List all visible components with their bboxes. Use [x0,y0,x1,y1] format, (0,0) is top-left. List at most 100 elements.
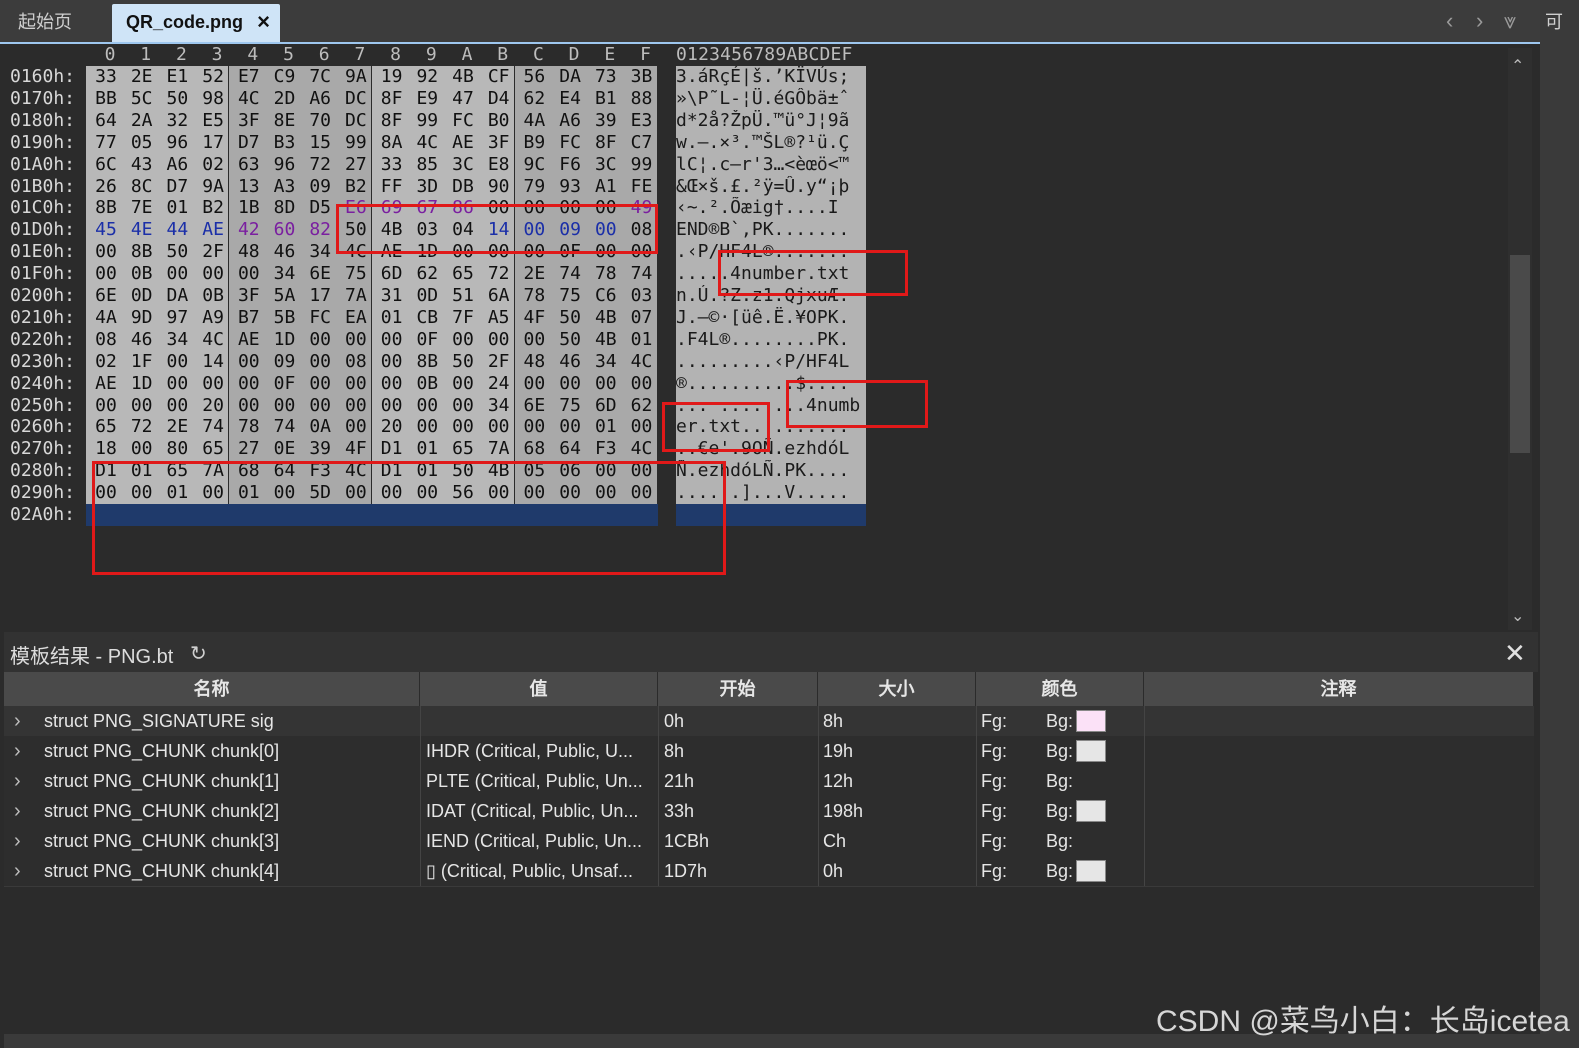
hex-byte[interactable]: 99 [409,110,445,132]
hex-byte[interactable]: 27 [231,438,267,460]
scroll-down-icon[interactable]: ⌄ [1511,606,1524,626]
hex-byte[interactable]: B0 [481,110,517,132]
hex-byte[interactable]: 00 [409,416,445,438]
close-icon[interactable]: × [257,4,270,40]
hex-byte[interactable]: 34 [481,395,517,417]
hex-byte[interactable]: 00 [302,329,338,351]
hex-byte[interactable]: 63 [231,154,267,176]
vertical-scrollbar-thumb[interactable] [1510,255,1530,453]
ascii-row[interactable]: d*2å?ŽpÜ.™ü°J¦9ã [676,109,866,132]
dropdown-icon[interactable]: ⩔ [1504,8,1516,34]
bg-color-swatch[interactable] [1076,740,1106,762]
hex-byte[interactable]: 4A [88,307,124,329]
ascii-row[interactable]: .F4L®........PK. [676,328,866,351]
hex-byte[interactable]: 50 [445,351,481,373]
hex-byte[interactable]: 46 [552,351,588,373]
hex-byte[interactable]: 8F [374,88,410,110]
hex-byte[interactable]: 0A [302,416,338,438]
hex-byte[interactable]: AE [195,219,231,241]
hex-byte[interactable]: 4F [516,307,552,329]
hex-byte[interactable]: 4B [588,307,624,329]
hex-byte[interactable]: 50 [552,329,588,351]
hex-byte[interactable]: 17 [302,285,338,307]
hex-byte[interactable]: E9 [409,88,445,110]
hex-byte[interactable]: 18 [88,438,124,460]
hex-byte[interactable]: 33 [374,154,410,176]
hex-byte[interactable]: 46 [124,329,160,351]
hex-byte[interactable]: 90 [481,176,517,198]
hex-byte[interactable]: 00 [516,373,552,395]
hex-byte[interactable]: D4 [481,88,517,110]
hex-byte[interactable]: 78 [588,263,624,285]
hex-byte[interactable]: 2F [195,241,231,263]
hex-byte[interactable]: A6 [302,88,338,110]
hex-byte[interactable]: 26 [88,176,124,198]
ascii-row[interactable]: »\P˜L-¦Ü.éGÔbä±ˆ [676,87,866,110]
hex-byte[interactable]: 00 [481,329,517,351]
hex-byte[interactable]: 79 [516,176,552,198]
hex-byte[interactable]: 00 [88,241,124,263]
tab-start-page[interactable]: 起始页 [4,4,106,42]
hex-byte[interactable]: FC [302,307,338,329]
hex-byte[interactable]: 48 [516,351,552,373]
hex-byte[interactable]: 93 [552,176,588,198]
hex-byte[interactable]: 00 [231,263,267,285]
hex-byte[interactable]: 65 [88,416,124,438]
hex-byte[interactable]: E8 [481,154,517,176]
hex-byte[interactable]: A3 [267,176,303,198]
hex-byte[interactable]: 99 [338,132,374,154]
hex-byte[interactable]: 27 [338,154,374,176]
ascii-row[interactable]: &Œ×š.£.²ÿ=Û.y“¡þ [676,175,866,198]
hex-byte[interactable]: 00 [231,395,267,417]
hex-byte[interactable]: 4B [445,66,481,88]
hex-byte[interactable]: 74 [552,263,588,285]
bg-color-swatch[interactable] [1076,800,1106,822]
hex-byte[interactable]: 20 [374,416,410,438]
hex-byte[interactable]: AE [231,329,267,351]
hex-byte[interactable]: 42 [231,219,267,241]
hex-byte[interactable]: E3 [624,110,660,132]
expand-chevron-icon[interactable]: › [14,826,21,856]
hex-byte[interactable]: 47 [445,88,481,110]
hex-byte[interactable]: DB [445,176,481,198]
hex-byte[interactable]: B2 [338,176,374,198]
hex-byte[interactable]: 75 [338,263,374,285]
hex-byte[interactable]: CF [481,66,517,88]
hex-byte[interactable]: 31 [374,285,410,307]
hex-byte[interactable]: 00 [159,351,195,373]
ascii-row[interactable]: ‹~.².Õæig†....I [676,197,866,220]
hex-byte[interactable]: 4C [624,351,660,373]
col-header-value[interactable]: 值 [420,672,658,706]
hex-byte[interactable]: 39 [588,110,624,132]
hex-byte[interactable]: E1 [159,66,195,88]
hex-byte[interactable]: 00 [195,263,231,285]
hex-byte[interactable]: 8B [88,197,124,219]
hex-byte[interactable]: 8E [267,110,303,132]
hex-byte[interactable]: 2E [516,263,552,285]
hex-byte[interactable]: 00 [516,416,552,438]
expand-chevron-icon[interactable]: › [14,706,21,736]
hex-byte[interactable]: 70 [302,110,338,132]
hex-byte[interactable]: 01 [588,416,624,438]
hex-byte[interactable]: 77 [88,132,124,154]
hex-byte[interactable]: 45 [88,219,124,241]
hex-byte[interactable]: 46 [267,241,303,263]
hex-byte[interactable]: 34 [159,329,195,351]
hex-byte[interactable]: 96 [159,132,195,154]
hex-byte[interactable]: 6A [481,285,517,307]
hex-byte[interactable]: 4A [516,110,552,132]
hex-byte[interactable]: 98 [195,88,231,110]
hex-byte[interactable]: 03 [624,285,660,307]
hex-byte[interactable]: C7 [624,132,660,154]
hex-byte[interactable]: 02 [88,351,124,373]
hex-byte[interactable]: 8F [374,110,410,132]
hex-byte[interactable]: AE [88,373,124,395]
hex-byte[interactable]: 72 [302,154,338,176]
hex-byte[interactable]: E7 [231,66,267,88]
hex-byte[interactable]: 3C [445,154,481,176]
hex-byte[interactable]: 4C [409,132,445,154]
expand-chevron-icon[interactable]: › [14,856,21,886]
ascii-row[interactable]: 3.áRçÉ|š.’KÏVÚs; [676,66,866,88]
hex-byte[interactable]: 00 [409,395,445,417]
hex-byte[interactable]: 50 [159,88,195,110]
